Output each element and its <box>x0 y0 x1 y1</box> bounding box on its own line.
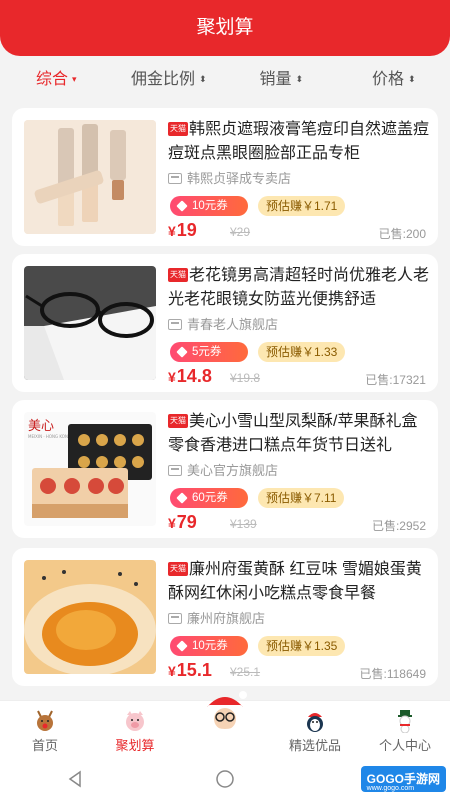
shop-name: 韩熙贞驿成专卖店 <box>168 170 291 188</box>
brand-logo-text: 美心 <box>28 419 54 434</box>
tab-profile[interactable]: 个人中心 <box>360 701 450 758</box>
price: ¥19 <box>168 220 197 241</box>
tab-label: 首页 <box>31 738 58 753</box>
coupon-badge[interactable]: 5元券 <box>170 342 248 362</box>
bottom-tab-bar: 首页 聚划算 精选优品 个人中心 <box>0 691 450 758</box>
shop-name-text: 韩熙贞驿成专卖店 <box>187 171 292 186</box>
shop-name: 廉州府旗舰店 <box>168 610 265 628</box>
page-title: 聚划算 <box>196 17 254 38</box>
price-value: 15.1 <box>176 660 212 680</box>
product-title[interactable]: 天猫 韩熙贞遮瑕液膏笔痘印自然遮盖痘痘斑点黑眼圈脸部正品专柜 <box>168 118 430 166</box>
coupon-badge[interactable]: 60元券 <box>170 488 248 508</box>
watermark-url: www.gogo.com <box>366 785 415 792</box>
tmall-tag: 天猫 <box>168 122 188 136</box>
shop-name: 美心官方旗舰店 <box>168 462 278 480</box>
coupon-badge[interactable]: 10元券 <box>170 196 248 216</box>
price: ¥15.1 <box>168 660 212 681</box>
tab-label: 个人中心 <box>378 738 431 753</box>
penguin-icon <box>307 713 323 732</box>
home-icon[interactable] <box>213 767 237 791</box>
product-title-text: 老花镜男高清超轻时尚优雅老人老光老花眼镜女防蓝光便携舒适 <box>168 267 430 308</box>
reindeer-icon <box>37 710 53 731</box>
currency-symbol: ¥ <box>168 223 176 239</box>
earn-badge: 预估赚￥1.71 <box>258 196 346 216</box>
brand-logo-subtext: MEIXIN · HONG KONG <box>28 434 71 439</box>
tab-featured[interactable]: 精选优品 <box>270 701 360 758</box>
currency-symbol: ¥ <box>168 369 176 385</box>
coupon-badge[interactable]: 10元券 <box>170 636 248 656</box>
product-image: 美心 MEIXIN · HONG KONG <box>24 412 156 526</box>
price-value: 19 <box>176 220 197 240</box>
sort-sales[interactable]: 销量 ⬍ <box>225 65 338 89</box>
sold-count: 已售:200 <box>378 227 426 241</box>
snowman-icon <box>398 710 412 733</box>
sold-count: 已售:17321 <box>365 373 426 387</box>
watermark-text: GOGO手游网 <box>366 772 440 786</box>
sort-label: 价格 <box>371 71 404 88</box>
sort-comprehensive[interactable]: 综合 ▾ <box>0 65 113 89</box>
tmall-tag: 天猫 <box>168 562 188 576</box>
product-card[interactable]: 天猫 老花镜男高清超轻时尚优雅老人老光老花眼镜女防蓝光便携舒适 青春老人旗舰店 5… <box>12 254 438 392</box>
sort-label: 销量 <box>259 71 292 88</box>
shop-name: 青春老人旗舰店 <box>168 316 278 334</box>
shop-icon <box>168 173 182 184</box>
sort-label: 佣金比例 <box>130 71 195 88</box>
currency-symbol: ¥ <box>168 515 176 531</box>
sold-count: 已售:118649 <box>359 667 427 681</box>
price: ¥79 <box>168 512 197 533</box>
original-price: ¥19.8 <box>230 371 261 385</box>
shop-name-text: 青春老人旗舰店 <box>187 317 279 332</box>
shop-icon <box>168 613 182 624</box>
product-image <box>24 266 156 380</box>
product-image <box>24 560 156 674</box>
shop-icon <box>168 465 182 476</box>
original-price: ¥25.1 <box>230 665 261 679</box>
app-header: 聚划算 <box>0 0 450 56</box>
sort-commission-rate[interactable]: 佣金比例 ⬍ <box>113 65 226 89</box>
sold-count: 已售:2952 <box>371 519 426 533</box>
price-value: 79 <box>176 512 197 532</box>
santa-icon <box>207 691 247 735</box>
tmall-tag: 天猫 <box>168 414 188 428</box>
original-price: ¥29 <box>230 225 251 239</box>
sort-price[interactable]: 价格 ⬍ <box>338 65 450 89</box>
product-image <box>24 120 156 234</box>
product-card[interactable]: 天猫 廉州府蛋黄酥 红豆味 雪媚娘蛋黄酥网红休闲小吃糕点零食早餐 廉州府旗舰店 1… <box>12 548 438 686</box>
tab-juhuasuan[interactable]: 聚划算 <box>90 701 180 758</box>
product-title[interactable]: 天猫 美心小雪山型凤梨酥/苹果酥礼盒零食香港进口糕点年货节日送礼 <box>168 410 430 458</box>
tab-center[interactable] <box>180 691 270 758</box>
tmall-tag: 天猫 <box>168 268 188 282</box>
shop-name-text: 廉州府旗舰店 <box>187 611 266 626</box>
caret-down-icon: ▾ <box>71 74 77 85</box>
tab-label: 聚划算 <box>115 738 155 753</box>
earn-badge: 预估赚￥1.35 <box>258 636 346 656</box>
sort-bar: 综合 ▾ 佣金比例 ⬍ 销量 ⬍ 价格 ⬍ <box>0 56 450 98</box>
back-icon[interactable] <box>63 767 87 791</box>
tab-home[interactable]: 首页 <box>0 701 90 758</box>
watermark-logo: GOGO手游网 www.gogo.com <box>360 766 446 792</box>
price-value: 14.8 <box>176 366 212 386</box>
earn-badge: 预估赚￥1.33 <box>258 342 346 362</box>
sort-arrows-icon: ⬍ <box>295 74 304 85</box>
product-title-text: 廉州府蛋黄酥 红豆味 雪媚娘蛋黄酥网红休闲小吃糕点零食早餐 <box>168 561 422 602</box>
product-title-text: 韩熙贞遮瑕液膏笔痘印自然遮盖痘痘斑点黑眼圈脸部正品专柜 <box>168 121 430 162</box>
shop-name-text: 美心官方旗舰店 <box>187 463 279 478</box>
product-title-text: 美心小雪山型凤梨酥/苹果酥礼盒零食香港进口糕点年货节日送礼 <box>168 413 418 454</box>
earn-badge: 预估赚￥7.11 <box>258 488 345 508</box>
product-title[interactable]: 天猫 老花镜男高清超轻时尚优雅老人老光老花眼镜女防蓝光便携舒适 <box>168 264 430 312</box>
shop-icon <box>168 319 182 330</box>
product-card[interactable]: 美心 MEIXIN · HONG KONG 天猫 美心小雪山型凤梨酥/苹果酥礼盒零… <box>12 400 438 538</box>
sort-label: 综合 <box>35 71 68 88</box>
product-title[interactable]: 天猫 廉州府蛋黄酥 红豆味 雪媚娘蛋黄酥网红休闲小吃糕点零食早餐 <box>168 558 430 606</box>
tab-label: 精选优品 <box>288 738 341 753</box>
sort-arrows-icon: ⬍ <box>198 74 207 85</box>
pig-icon <box>126 711 144 731</box>
price: ¥14.8 <box>168 366 212 387</box>
currency-symbol: ¥ <box>168 663 176 679</box>
sort-arrows-icon: ⬍ <box>407 74 416 85</box>
original-price: ¥139 <box>230 517 257 531</box>
product-card[interactable]: 天猫 韩熙贞遮瑕液膏笔痘印自然遮盖痘痘斑点黑眼圈脸部正品专柜 韩熙贞驿成专卖店 1… <box>12 108 438 246</box>
